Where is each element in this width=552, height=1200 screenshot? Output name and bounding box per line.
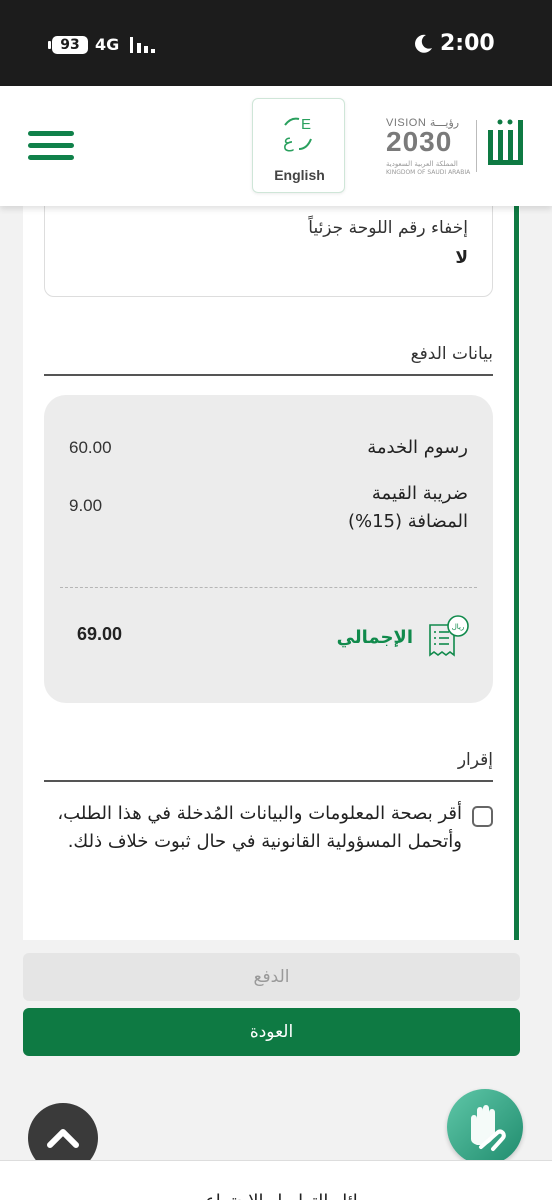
language-switch-button[interactable]: E ع English <box>252 98 345 193</box>
payment-summary-panel: رسوم الخدمة 60.00 ضريبة القيمة المضافة (… <box>44 395 493 703</box>
vision-2030-logo: VISION رؤيـــة 2030 المملكة العربية السع… <box>386 116 470 178</box>
pay-button[interactable]: الدفع <box>23 953 520 1001</box>
plate-info-box: إخفاء رقم اللوحة جزئياً لا <box>44 195 493 297</box>
currency-icon-text: ريال <box>452 623 465 631</box>
total-label: الإجمالي <box>336 627 413 648</box>
vat-label-line2: المضافة (15%) <box>347 511 468 532</box>
declaration-section-title: إقرار <box>457 750 493 770</box>
dashed-divider <box>60 587 477 588</box>
vision-logo-en-text: KINGDOM OF SAUDI ARABIA <box>386 169 471 176</box>
declaration-checkbox[interactable] <box>472 806 493 827</box>
plate-hide-value: لا <box>455 248 468 268</box>
menu-bar-icon <box>28 131 74 136</box>
sign-language-icon <box>471 1105 506 1151</box>
section-divider <box>44 374 493 376</box>
declaration-text: أقر بصحة المعلومات والبيانات المُدخلة في… <box>57 803 462 852</box>
status-bar: 93 4G 2:00 <box>0 0 552 86</box>
menu-button[interactable] <box>28 131 74 161</box>
total-value: 69.00 <box>77 624 123 644</box>
vat-label-line1: ضريبة القيمة <box>371 483 468 504</box>
back-button[interactable]: العودة <box>23 1008 520 1056</box>
svg-text:E: E <box>301 116 311 133</box>
moon-icon <box>415 34 432 53</box>
receipt-icon: ريال <box>429 615 469 657</box>
footer-social-title: وسائل التواصل الاجتماعي <box>190 1191 382 1200</box>
absher-logo <box>488 119 523 165</box>
network-type: 4G <box>95 35 120 54</box>
vision-logo-ar-text: المملكة العربية السعودية <box>386 160 458 168</box>
app-header: E ع English VISION رؤيـــة 2030 المملكة … <box>0 86 552 206</box>
vat-value: 9.00 <box>69 496 103 515</box>
svg-text:ع: ع <box>283 131 294 152</box>
menu-bar-icon <box>28 143 74 148</box>
language-icon: E ع <box>283 116 312 152</box>
status-time: 2:00 <box>440 31 495 56</box>
logo-divider <box>476 120 477 172</box>
service-fee-value: 60.00 <box>69 438 112 457</box>
language-label: English <box>274 167 325 183</box>
vision-logo-number: 2030 <box>386 126 453 157</box>
sign-language-button[interactable] <box>447 1089 523 1165</box>
battery-indicator: 93 <box>48 36 88 54</box>
menu-bar-icon <box>28 155 74 160</box>
card-accent-border <box>514 206 519 940</box>
signal-icon <box>130 37 155 53</box>
footer-bar: وسائل التواصل الاجتماعي <box>0 1160 552 1200</box>
section-divider <box>44 780 493 782</box>
payment-section-title: بيانات الدفع <box>410 344 493 364</box>
plate-hide-label: إخفاء رقم اللوحة جزئياً <box>308 218 468 238</box>
service-fee-label: رسوم الخدمة <box>367 437 468 458</box>
